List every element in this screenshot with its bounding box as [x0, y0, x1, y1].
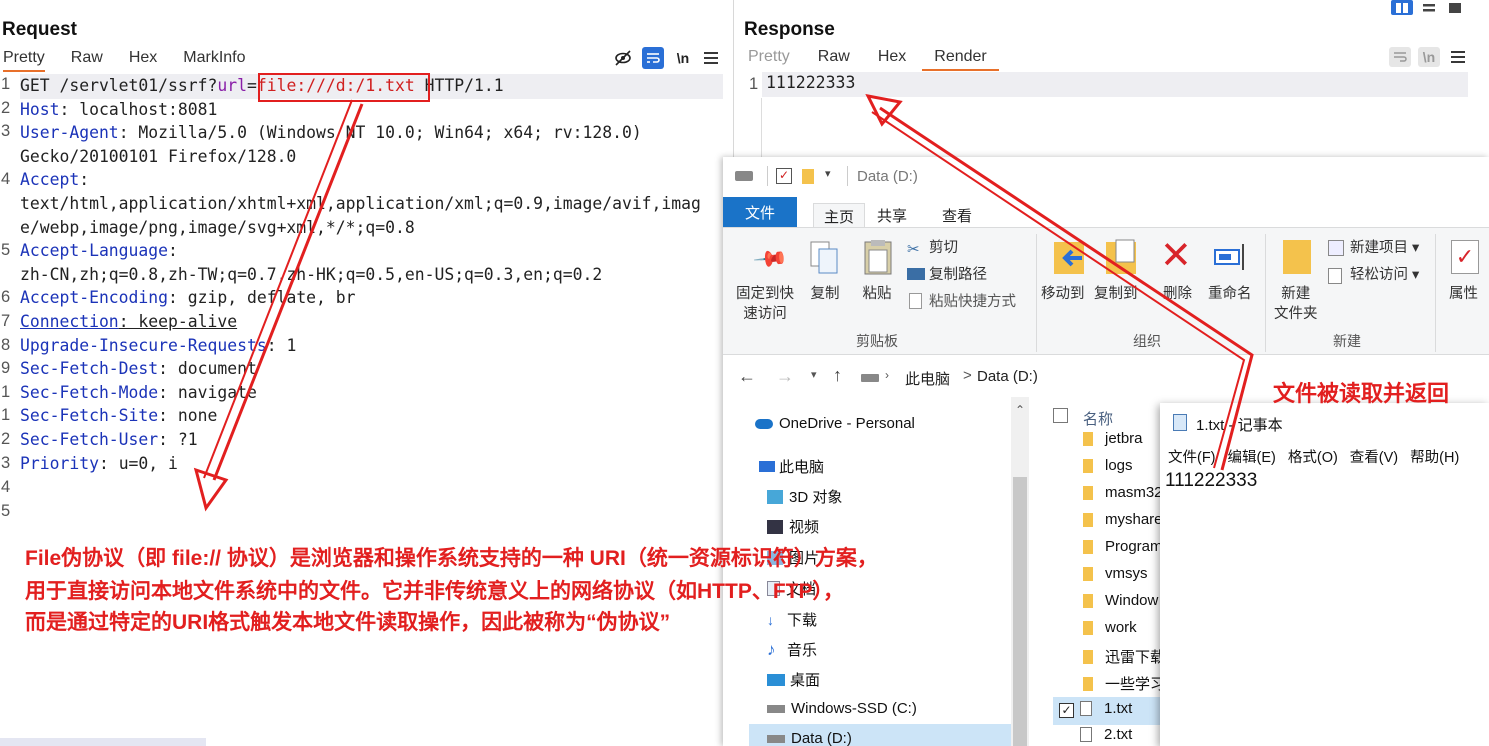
arrow-to-response — [879, 106, 1254, 471]
explanation-line-3: 而是通过特定的URI格式触发本地文件读取操作，因此被称为“伪协议” — [25, 611, 671, 634]
arrowhead — [193, 467, 229, 512]
arrow-to-explanation — [212, 103, 364, 481]
callout-file-returned: 文件被读取并返回 — [1273, 381, 1450, 406]
bottom-strip — [0, 738, 206, 746]
explanation-line-2: 用于直接访问本地文件系统中的文件。它并非传统意义上的网络协议（如HTTP、FTP… — [25, 580, 844, 603]
explanation-line-1: File伪协议（即 file:// 协议）是浏览器和操作系统支持的一种 URI（… — [25, 547, 878, 570]
